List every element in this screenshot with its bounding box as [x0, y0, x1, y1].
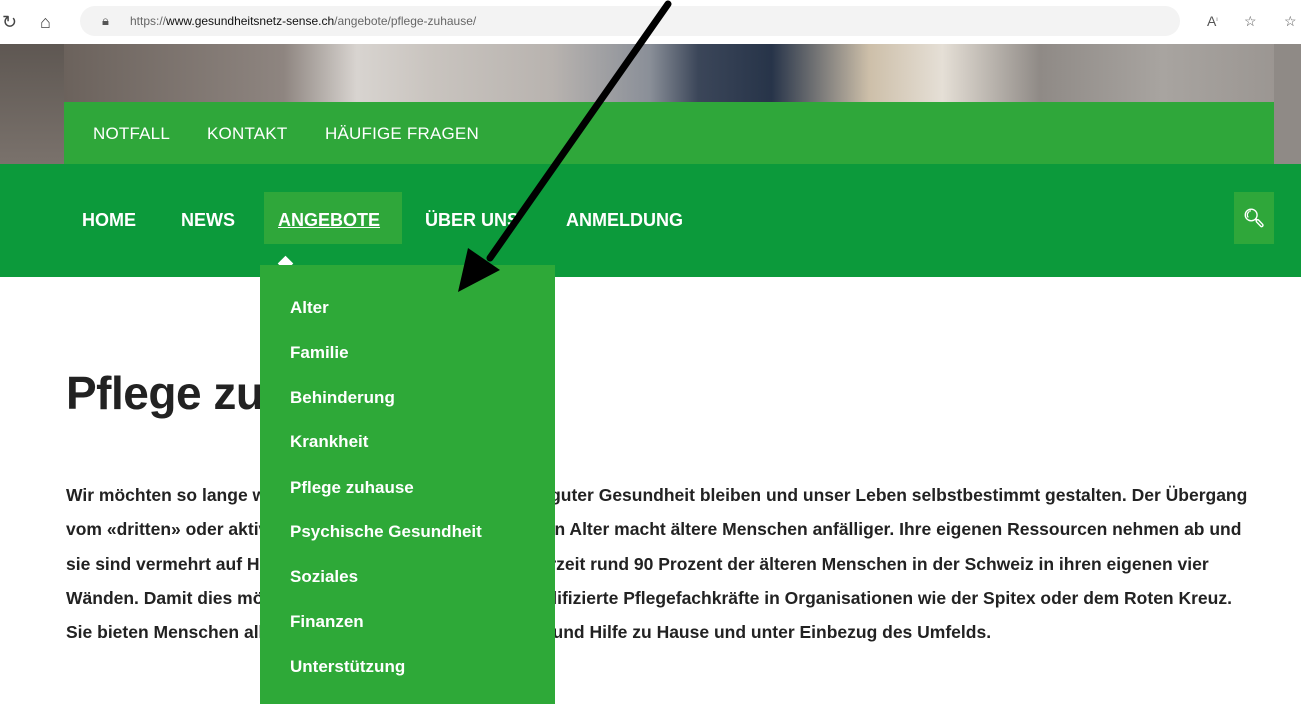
- annotation-arrow: [458, 0, 672, 292]
- arrow-shaft: [486, 0, 672, 262]
